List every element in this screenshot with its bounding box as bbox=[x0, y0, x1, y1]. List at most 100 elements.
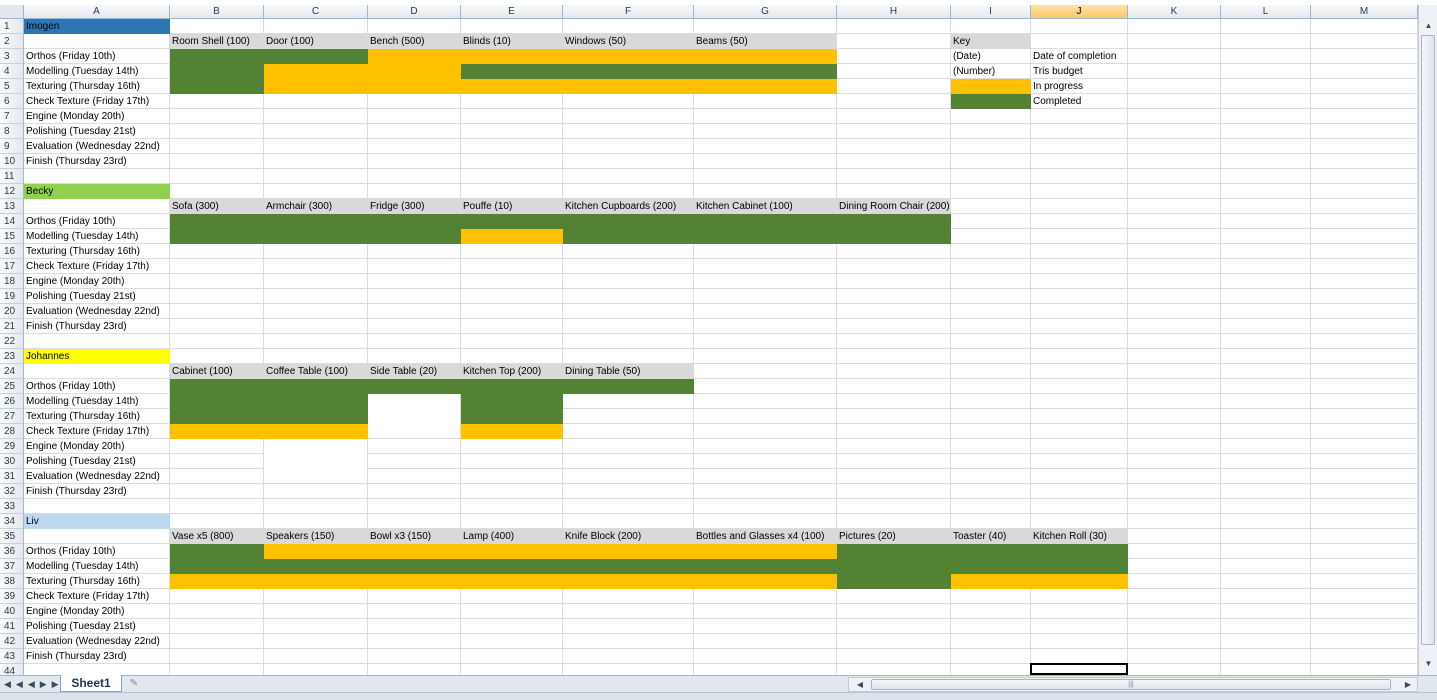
cell-a29[interactable]: Engine (Monday 20th) bbox=[24, 439, 124, 454]
cell-d13[interactable]: Fridge (300) bbox=[368, 199, 424, 214]
cell-f2[interactable]: Windows (50) bbox=[563, 34, 626, 49]
cell-c24[interactable]: Coffee Table (100) bbox=[264, 364, 348, 379]
cell-a37[interactable]: Modelling (Tuesday 14th) bbox=[24, 559, 138, 574]
row-header-23[interactable]: 23 bbox=[0, 349, 24, 364]
cell-a34[interactable]: Liv bbox=[24, 514, 39, 529]
cell-a16[interactable]: Texturing (Thursday 16th) bbox=[24, 244, 140, 259]
cell-b13[interactable]: Sofa (300) bbox=[170, 199, 219, 214]
row-header-16[interactable]: 16 bbox=[0, 244, 24, 259]
cell-g2[interactable]: Beams (50) bbox=[694, 34, 748, 49]
cell-d35[interactable]: Bowl x3 (150) bbox=[368, 529, 431, 544]
vertical-scrollbar[interactable]: ▲ ▼ bbox=[1418, 5, 1437, 675]
cell-b24[interactable]: Cabinet (100) bbox=[170, 364, 233, 379]
sheet-tab[interactable]: Sheet1 bbox=[60, 675, 122, 692]
cell-a42[interactable]: Evaluation (Wednesday 22nd) bbox=[24, 634, 160, 649]
cell-a32[interactable]: Finish (Thursday 23rd) bbox=[24, 484, 127, 499]
row-header-10[interactable]: 10 bbox=[0, 154, 24, 169]
cell-a15[interactable]: Modelling (Tuesday 14th) bbox=[24, 229, 138, 244]
row-header-24[interactable]: 24 bbox=[0, 364, 24, 379]
row-header-22[interactable]: 22 bbox=[0, 334, 24, 349]
cell-j5[interactable]: In progress bbox=[1031, 79, 1083, 94]
row-header-14[interactable]: 14 bbox=[0, 214, 24, 229]
row-header-3[interactable]: 3 bbox=[0, 49, 24, 64]
cell-a9[interactable]: Evaluation (Wednesday 22nd) bbox=[24, 139, 160, 154]
row-header-17[interactable]: 17 bbox=[0, 259, 24, 274]
cell-a23[interactable]: Johannes bbox=[24, 349, 69, 364]
cell-a18[interactable]: Engine (Monday 20th) bbox=[24, 274, 124, 289]
cell-j4[interactable]: Tris budget bbox=[1031, 64, 1083, 79]
cell-a7[interactable]: Engine (Monday 20th) bbox=[24, 109, 124, 124]
cell-a4[interactable]: Modelling (Tuesday 14th) bbox=[24, 64, 138, 79]
cell-g13[interactable]: Kitchen Cabinet (100) bbox=[694, 199, 793, 214]
cell-a14[interactable]: Orthos (Friday 10th) bbox=[24, 214, 115, 229]
cell-a30[interactable]: Polishing (Tuesday 21st) bbox=[24, 454, 136, 469]
cell-a17[interactable]: Check Texture (Friday 17th) bbox=[24, 259, 149, 274]
row-header-31[interactable]: 31 bbox=[0, 469, 24, 484]
row-header-40[interactable]: 40 bbox=[0, 604, 24, 619]
cell-d24[interactable]: Side Table (20) bbox=[368, 364, 437, 379]
column-header-c[interactable]: C bbox=[264, 5, 368, 19]
cell-a28[interactable]: Check Texture (Friday 17th) bbox=[24, 424, 149, 439]
row-header-33[interactable]: 33 bbox=[0, 499, 24, 514]
row-header-36[interactable]: 36 bbox=[0, 544, 24, 559]
cell-h13[interactable]: Dining Room Chair (200) bbox=[837, 199, 950, 214]
row-header-19[interactable]: 19 bbox=[0, 289, 24, 304]
row-header-27[interactable]: 27 bbox=[0, 409, 24, 424]
cell-c13[interactable]: Armchair (300) bbox=[264, 199, 332, 214]
column-header-l[interactable]: L bbox=[1221, 5, 1311, 19]
cell-i3[interactable]: (Date) bbox=[951, 49, 981, 64]
cell-a19[interactable]: Polishing (Tuesday 21st) bbox=[24, 289, 136, 304]
column-header-j[interactable]: J bbox=[1031, 5, 1128, 19]
cell-b2[interactable]: Room Shell (100) bbox=[170, 34, 250, 49]
cell-a25[interactable]: Orthos (Friday 10th) bbox=[24, 379, 115, 394]
cell-a1[interactable]: Imogen bbox=[24, 19, 59, 34]
row-header-28[interactable]: 28 bbox=[0, 424, 24, 439]
cell-c35[interactable]: Speakers (150) bbox=[264, 529, 334, 544]
cell-b35[interactable]: Vase x5 (800) bbox=[170, 529, 234, 544]
insert-sheet-icon[interactable]: ✎ bbox=[122, 677, 146, 691]
cell-a38[interactable]: Texturing (Thursday 16th) bbox=[24, 574, 140, 589]
cell-i35[interactable]: Toaster (40) bbox=[951, 529, 1006, 544]
row-header-30[interactable]: 30 bbox=[0, 454, 24, 469]
horizontal-scrollbar[interactable]: ◀ ||| ▶ bbox=[848, 677, 1418, 692]
scroll-up-icon[interactable]: ▲ bbox=[1421, 19, 1436, 33]
cell-f35[interactable]: Knife Block (200) bbox=[563, 529, 641, 544]
column-header-e[interactable]: E bbox=[461, 5, 563, 19]
row-header-4[interactable]: 4 bbox=[0, 64, 24, 79]
cell-a43[interactable]: Finish (Thursday 23rd) bbox=[24, 649, 127, 664]
column-header-f[interactable]: F bbox=[563, 5, 694, 19]
cell-e24[interactable]: Kitchen Top (200) bbox=[461, 364, 541, 379]
row-header-11[interactable]: 11 bbox=[0, 169, 24, 184]
cell-a10[interactable]: Finish (Thursday 23rd) bbox=[24, 154, 127, 169]
row-header-32[interactable]: 32 bbox=[0, 484, 24, 499]
cell-e13[interactable]: Pouffe (10) bbox=[461, 199, 512, 214]
row-header-41[interactable]: 41 bbox=[0, 619, 24, 634]
column-header-m[interactable]: M bbox=[1311, 5, 1418, 19]
row-header-42[interactable]: 42 bbox=[0, 634, 24, 649]
row-header-35[interactable]: 35 bbox=[0, 529, 24, 544]
row-header-6[interactable]: 6 bbox=[0, 94, 24, 109]
cell-a39[interactable]: Check Texture (Friday 17th) bbox=[24, 589, 149, 604]
cell-a20[interactable]: Evaluation (Wednesday 22nd) bbox=[24, 304, 160, 319]
row-header-12[interactable]: 12 bbox=[0, 184, 24, 199]
column-header-b[interactable]: B bbox=[170, 5, 264, 19]
row-header-1[interactable]: 1 bbox=[0, 19, 24, 34]
cell-a36[interactable]: Orthos (Friday 10th) bbox=[24, 544, 115, 559]
row-header-37[interactable]: 37 bbox=[0, 559, 24, 574]
cell-e2[interactable]: Blinds (10) bbox=[461, 34, 511, 49]
row-header-43[interactable]: 43 bbox=[0, 649, 24, 664]
cell-a5[interactable]: Texturing (Thursday 16th) bbox=[24, 79, 140, 94]
cell-f13[interactable]: Kitchen Cupboards (200) bbox=[563, 199, 676, 214]
vertical-scroll-thumb[interactable] bbox=[1421, 35, 1435, 645]
active-cell[interactable] bbox=[1030, 663, 1128, 675]
cell-i4[interactable]: (Number) bbox=[951, 64, 995, 79]
column-header-d[interactable]: D bbox=[368, 5, 461, 19]
row-header-15[interactable]: 15 bbox=[0, 229, 24, 244]
row-header-39[interactable]: 39 bbox=[0, 589, 24, 604]
row-header-34[interactable]: 34 bbox=[0, 514, 24, 529]
column-header-k[interactable]: K bbox=[1128, 5, 1221, 19]
scroll-right-icon[interactable]: ▶ bbox=[1401, 678, 1415, 691]
row-header-9[interactable]: 9 bbox=[0, 139, 24, 154]
cell-j6[interactable]: Completed bbox=[1031, 94, 1081, 109]
cell-a21[interactable]: Finish (Thursday 23rd) bbox=[24, 319, 127, 334]
